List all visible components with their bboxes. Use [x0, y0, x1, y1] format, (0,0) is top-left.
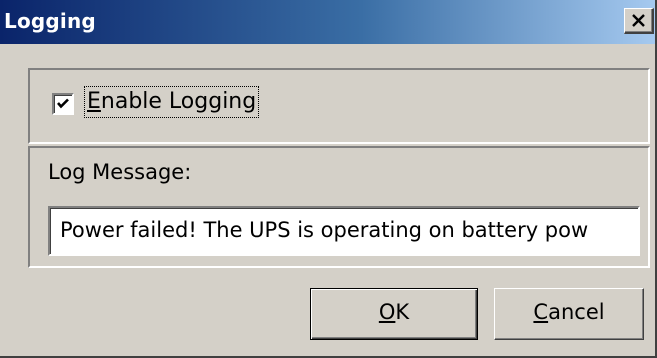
enable-logging-mnemonic: E: [87, 89, 101, 114]
checkmark-icon: [57, 98, 69, 109]
title-bar[interactable]: Logging: [0, 0, 657, 44]
ok-label: K: [395, 300, 410, 324]
cancel-label: ancel: [548, 300, 605, 324]
log-message-input[interactable]: Power failed! The UPS is operating on ba…: [48, 206, 640, 256]
log-message-label: Log Message:: [48, 160, 192, 184]
logging-dialog: Logging Enable Logging Log Message: Powe…: [0, 0, 657, 358]
enable-logging-checkbox[interactable]: [52, 93, 74, 115]
close-icon: [632, 14, 645, 27]
cancel-button[interactable]: Cancel: [494, 288, 644, 340]
ok-button[interactable]: OK: [310, 288, 478, 340]
enable-logging-label-text: nable Logging: [100, 89, 257, 114]
close-button[interactable]: [624, 8, 654, 34]
ok-mnemonic: O: [378, 300, 396, 324]
enable-logging-label[interactable]: Enable Logging: [84, 86, 260, 118]
window-title: Logging: [4, 9, 96, 33]
cancel-mnemonic: C: [533, 300, 549, 324]
log-message-value: Power failed! The UPS is operating on ba…: [60, 218, 589, 242]
